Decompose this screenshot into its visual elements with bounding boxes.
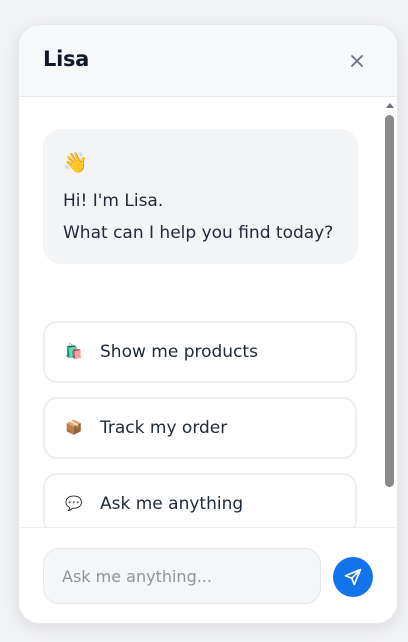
speech-bubble-icon: 💬 (65, 496, 83, 512)
shopping-bags-icon: 🛍️ (65, 344, 83, 360)
chat-widget: Lisa 👋 Hi! I'm Lisa. What can I help you… (18, 24, 398, 624)
package-icon: 📦 (65, 420, 83, 436)
chat-composer (19, 527, 397, 623)
scrollbar-thumb[interactable] (385, 115, 394, 487)
chat-scrollbar[interactable] (383, 97, 397, 527)
option-label: Show me products (100, 342, 258, 362)
send-icon (344, 568, 362, 586)
waving-hand-icon: 👋 (63, 150, 88, 174)
scroll-up-arrow-icon[interactable] (386, 103, 394, 108)
chat-title: Lisa (43, 47, 90, 71)
option-label: Track my order (100, 418, 228, 438)
close-button[interactable] (345, 49, 369, 73)
message-input[interactable] (43, 548, 321, 604)
close-icon (351, 55, 363, 67)
option-track-order[interactable]: 📦 Track my order (43, 397, 357, 459)
greeting-text: Hi! I'm Lisa. (63, 191, 164, 211)
option-show-products[interactable]: 🛍️ Show me products (43, 321, 357, 383)
chat-header: Lisa (19, 25, 397, 97)
option-ask-anything[interactable]: 💬 Ask me anything (43, 473, 357, 527)
send-button[interactable] (333, 557, 373, 597)
chat-body: 👋 Hi! I'm Lisa. What can I help you find… (19, 97, 397, 527)
welcome-message-bubble: 👋 Hi! I'm Lisa. What can I help you find… (43, 129, 358, 264)
option-label: Ask me anything (100, 494, 244, 514)
help-prompt-text: What can I help you find today? (63, 223, 334, 243)
